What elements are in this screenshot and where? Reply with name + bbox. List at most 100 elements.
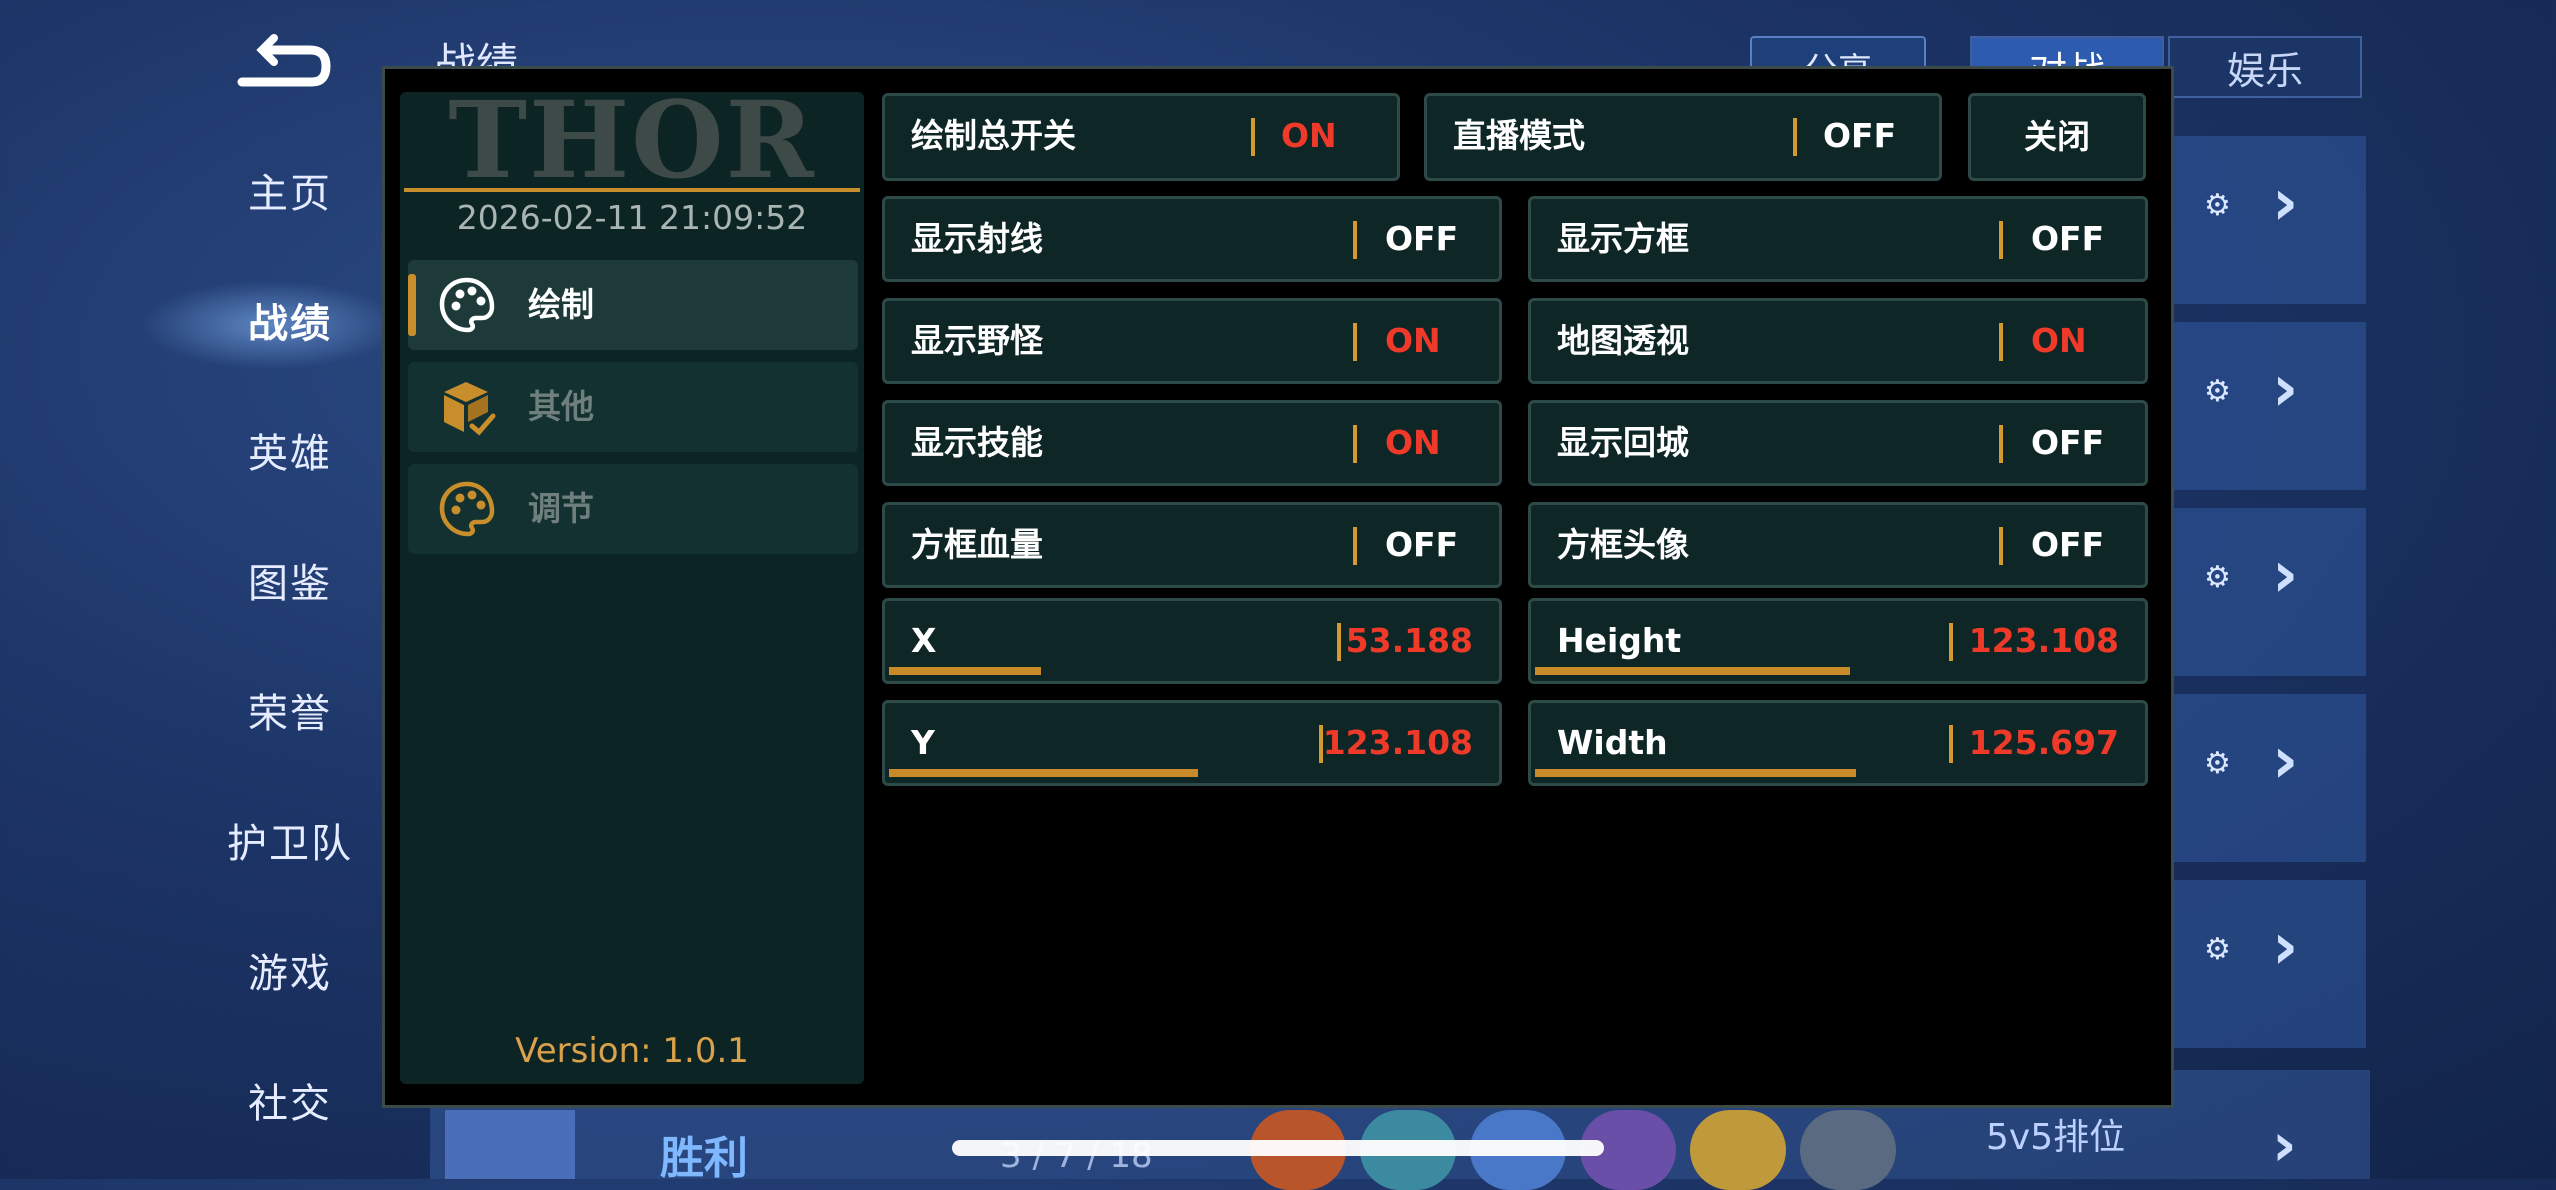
nav-item-record[interactable]: 战绩 [180, 280, 400, 360]
toggle-master-draw[interactable]: 绘制总开关 ON [882, 93, 1400, 181]
sidebar-item-label: 其他 [528, 387, 594, 426]
separator [1949, 623, 1953, 661]
palette-icon [439, 481, 495, 537]
menu-logo: THOR [448, 77, 816, 202]
toggle-value: OFF [1823, 116, 1897, 155]
separator [1793, 118, 1797, 156]
separator [1999, 323, 2003, 361]
sidebar-item-adjust[interactable]: 调节 [408, 464, 858, 554]
nav-label: 战绩 [248, 301, 332, 347]
sidebar-item-other[interactable]: 其他 [408, 362, 858, 452]
nav-item-game[interactable]: 游戏⌄ [180, 930, 420, 1010]
toggle-value: OFF [1385, 525, 1459, 564]
chevron-right-icon: › [2272, 166, 2299, 240]
nav-label: 护卫队 [227, 821, 353, 867]
toggle-label: 显示射线 [911, 219, 1043, 258]
separator [1949, 725, 1953, 763]
toggle-value: ON [1385, 423, 1441, 462]
back-arrow-icon[interactable] [222, 30, 332, 100]
slider-y[interactable]: Y 123.108 [882, 700, 1502, 786]
toggle-label: 显示回城 [1557, 423, 1689, 462]
slider-fill[interactable] [889, 769, 1198, 777]
separator [1353, 323, 1357, 361]
nav-item-heroes[interactable]: 英雄 [180, 410, 400, 490]
nav-label: 荣誉 [248, 691, 332, 737]
toggle-value: OFF [2031, 423, 2105, 462]
nav-label: 主页 [248, 171, 332, 217]
slider-fill[interactable] [1535, 667, 1850, 675]
gear-icon: ⚙ [2204, 188, 2231, 223]
nav-label: 游戏 [248, 951, 332, 997]
separator [1999, 221, 2003, 259]
toggle-cell[interactable]: 显示技能 ON [882, 400, 1502, 486]
toggle-cell[interactable]: 显示方框 OFF [1528, 196, 2148, 282]
toggle-stream-mode[interactable]: 直播模式 OFF [1424, 93, 1942, 181]
gear-icon: ⚙ [2204, 374, 2231, 409]
separator [1251, 118, 1255, 156]
nav-item-gallery[interactable]: 图鉴⌄ [180, 540, 420, 620]
chevron-right-icon: › [2272, 352, 2299, 426]
hero-avatar [1690, 1110, 1786, 1190]
toggle-cell[interactable]: 显示回城 OFF [1528, 400, 2148, 486]
nav-item-social[interactable]: 社交⌄ [180, 1060, 420, 1140]
slider-value: 53.188 [1345, 621, 1473, 660]
toggle-label: 显示野怪 [911, 321, 1043, 360]
toggle-cell[interactable]: 地图透视 ON [1528, 298, 2148, 384]
nav-item-guard[interactable]: 护卫队⌄ [180, 800, 420, 880]
nav-label: 图鉴 [248, 561, 332, 607]
nav-label: 社交 [248, 1081, 332, 1127]
palette-icon [439, 277, 495, 333]
sidebar-item-label: 绘制 [528, 285, 594, 324]
toggle-cell[interactable]: 显示射线 OFF [882, 196, 1502, 282]
slider-height[interactable]: Height 123.108 [1528, 598, 2148, 684]
match-mode: 5v5排位 [1986, 1117, 2126, 1158]
toggle-label: 地图透视 [1557, 321, 1689, 360]
toggle-value: ON [1385, 321, 1441, 360]
tab-entertainment[interactable]: 娱乐 [2168, 36, 2362, 98]
toggle-cell[interactable]: 方框血量 OFF [882, 502, 1502, 588]
toggle-value: OFF [1385, 219, 1459, 258]
toggle-value: ON [1281, 116, 1337, 155]
separator [1999, 425, 2003, 463]
slider-value: 123.108 [1322, 723, 1473, 762]
hero-avatar [1800, 1110, 1896, 1190]
nav-label: 英雄 [248, 431, 332, 477]
separator [1999, 527, 2003, 565]
gear-icon: ⚙ [2204, 746, 2231, 781]
nav-item-home[interactable]: 主页 [180, 150, 400, 230]
slider-fill[interactable] [1535, 769, 1856, 777]
slider-value: 125.697 [1968, 723, 2119, 762]
logo-divider [404, 188, 860, 192]
sidebar-item-label: 调节 [528, 489, 594, 528]
toggle-label: 方框血量 [911, 525, 1043, 564]
gear-icon: ⚙ [2204, 560, 2231, 595]
home-indicator [952, 1140, 1604, 1156]
version-label: Version: 1.0.1 [515, 1031, 749, 1071]
avatar [445, 1110, 575, 1179]
toggle-value: ON [2031, 321, 2087, 360]
separator [1353, 527, 1357, 565]
chevron-right-icon: › [2272, 724, 2299, 798]
slider-x[interactable]: X 53.188 [882, 598, 1502, 684]
separator [1353, 425, 1357, 463]
box-check-icon [444, 382, 496, 436]
toggle-cell[interactable]: 显示野怪 ON [882, 298, 1502, 384]
nav-item-honor[interactable]: 荣誉⌄ [180, 670, 420, 750]
close-button[interactable]: 关闭 [1968, 93, 2146, 181]
slider-width[interactable]: Width 125.697 [1528, 700, 2148, 786]
toggle-cell[interactable]: 方框头像 OFF [1528, 502, 2148, 588]
separator [1337, 623, 1341, 661]
toggle-label: 显示技能 [911, 423, 1043, 462]
chevron-right-icon: › [2272, 910, 2299, 984]
sidebar-item-draw[interactable]: 绘制 [408, 260, 858, 350]
gear-icon: ⚙ [2204, 932, 2231, 967]
slider-value: 123.108 [1968, 621, 2119, 660]
menu-datetime: 2026-02-11 21:09:52 [456, 198, 808, 237]
menu-sidebar [400, 92, 864, 1084]
chevron-right-icon: › [2272, 538, 2299, 612]
chevron-right-icon: › [2272, 1110, 2297, 1180]
toggle-value: OFF [2031, 219, 2105, 258]
slider-fill[interactable] [889, 667, 1041, 675]
separator [1353, 221, 1357, 259]
toggle-label: 显示方框 [1557, 219, 1689, 258]
